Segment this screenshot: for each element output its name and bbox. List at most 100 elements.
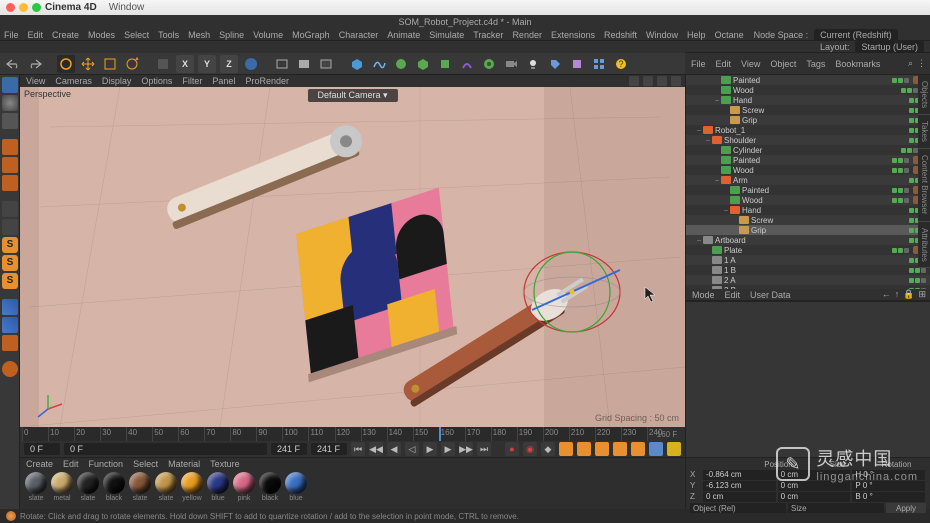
attr-back-icon[interactable]: ← (882, 289, 891, 300)
coord-y-pos[interactable]: -6.123 cm (703, 481, 776, 491)
step-fwd-icon[interactable]: ▶▶ (459, 442, 473, 456)
matmenu-select[interactable]: Select (133, 459, 158, 469)
scale-tool-icon[interactable] (101, 55, 119, 73)
timeline-playhead[interactable] (439, 427, 441, 441)
matmenu-create[interactable]: Create (26, 459, 53, 469)
play-icon[interactable]: ▶ (423, 442, 437, 456)
camera-icon[interactable] (502, 55, 520, 73)
menu-tools[interactable]: Tools (158, 30, 179, 40)
coord-x-rot[interactable]: H 0 ° (852, 470, 925, 480)
vpmenu-filter[interactable]: Filter (182, 76, 202, 86)
menu-mesh[interactable]: Mesh (188, 30, 210, 40)
coord-z-size[interactable]: 0 cm (778, 492, 851, 502)
layout-dropdown[interactable]: Startup (User) (855, 41, 924, 53)
tree-row-hand[interactable]: −Hand (686, 205, 930, 215)
menu-mograph[interactable]: MoGraph (292, 30, 330, 40)
menu-create[interactable]: Create (52, 30, 79, 40)
snap-icon-3[interactable]: S (2, 273, 18, 289)
frame-start-field[interactable]: 0 F (24, 443, 60, 455)
timeline[interactable]: 0102030405060708090100110120130140150160… (20, 427, 685, 441)
tree-row-painted[interactable]: Painted (686, 155, 930, 165)
vpmenu-view[interactable]: View (26, 76, 45, 86)
snap-icon-2[interactable]: S (2, 255, 18, 271)
material-8[interactable]: pink (232, 472, 256, 508)
coord-sys-icon[interactable] (242, 55, 260, 73)
render-settings-icon[interactable] (317, 55, 335, 73)
coord-y-rot[interactable]: P 0 ° (852, 481, 925, 491)
generator2-icon[interactable] (414, 55, 432, 73)
point-mode-icon[interactable] (2, 139, 18, 155)
tag-icon[interactable] (546, 55, 564, 73)
mac-close[interactable] (6, 3, 15, 12)
menu-spline[interactable]: Spline (219, 30, 244, 40)
tree-row-shoulder[interactable]: −Shoulder (686, 135, 930, 145)
vp-nav-3-icon[interactable] (657, 76, 667, 86)
objtab-view[interactable]: View (741, 59, 760, 69)
sound-icon[interactable] (667, 442, 681, 456)
tree-row-1-a[interactable]: 1 A (686, 255, 930, 265)
spline-icon[interactable] (370, 55, 388, 73)
coord-x-pos[interactable]: -0.864 cm (703, 470, 776, 480)
tree-row-arm[interactable]: −Arm (686, 175, 930, 185)
material-1[interactable]: metal (50, 472, 74, 508)
mac-zoom[interactable] (32, 3, 41, 12)
coord-z-pos[interactable]: 0 cm (703, 492, 776, 502)
move-tool-icon[interactable] (79, 55, 97, 73)
sidetab-attributes[interactable]: Attributes (918, 222, 930, 269)
tree-row-hand[interactable]: −Hand (686, 95, 930, 105)
tree-row-grip[interactable]: Grip (686, 225, 930, 235)
workplane-y-icon[interactable] (2, 317, 18, 333)
menu-character[interactable]: Character (339, 30, 379, 40)
generator-icon[interactable] (392, 55, 410, 73)
node-space-dropdown[interactable]: Current (Redshift) (814, 29, 898, 41)
polygon-mode-icon[interactable] (2, 175, 18, 191)
key-rot-icon[interactable] (595, 442, 609, 456)
object-manager[interactable]: PaintedWood−HandScrewGrip−Robot_1−Should… (686, 75, 930, 289)
menu-help[interactable]: Help (687, 30, 706, 40)
attrtab-mode[interactable]: Mode (692, 290, 715, 300)
tree-row-screw[interactable]: Screw (686, 215, 930, 225)
light-icon[interactable] (524, 55, 542, 73)
material-5[interactable]: slate (154, 472, 178, 508)
coord-x-size[interactable]: 0 cm (778, 470, 851, 480)
tree-row-grip[interactable]: Grip (686, 115, 930, 125)
menu-edit[interactable]: Edit (28, 30, 44, 40)
redo-icon[interactable] (26, 55, 44, 73)
attribute-manager[interactable] (686, 301, 930, 457)
attr-lock-icon[interactable]: 🔒 (903, 289, 914, 300)
menu-file[interactable]: File (4, 30, 19, 40)
menu-animate[interactable]: Animate (387, 30, 420, 40)
render-view-icon[interactable] (273, 55, 291, 73)
undo-icon[interactable] (4, 55, 22, 73)
coords-mode-dropdown[interactable]: Object (Rel) (690, 503, 786, 513)
menu-redshift[interactable]: Redshift (604, 30, 637, 40)
coords-apply-button[interactable]: Apply (886, 503, 926, 513)
volume-icon[interactable] (568, 55, 586, 73)
goto-end-icon[interactable]: ⏭ (477, 442, 491, 456)
model-mode-icon[interactable] (2, 77, 18, 93)
vp-nav-4-icon[interactable] (671, 76, 681, 86)
field-icon[interactable] (436, 55, 454, 73)
menu-extensions[interactable]: Extensions (551, 30, 595, 40)
key-param-icon[interactable] (613, 442, 627, 456)
attrtab-user-data[interactable]: User Data (750, 290, 791, 300)
environment-icon[interactable] (480, 55, 498, 73)
tree-row-2-a[interactable]: 2 A (686, 275, 930, 285)
coords-size-dropdown[interactable]: Size (788, 503, 884, 513)
sidetab-takes[interactable]: Takes (918, 115, 930, 149)
matmenu-function[interactable]: Function (89, 459, 124, 469)
mac-menu-window[interactable]: Window (109, 2, 145, 13)
objtab-file[interactable]: File (691, 59, 706, 69)
viewport[interactable]: Perspective Default Camera ▾ Grid Spacin… (20, 87, 685, 427)
mac-app-name[interactable]: Cinema 4D (45, 2, 97, 13)
vpmenu-panel[interactable]: Panel (212, 76, 235, 86)
tree-row-artboard[interactable]: −Artboard (686, 235, 930, 245)
material-4[interactable]: slate (128, 472, 152, 508)
attrtab-edit[interactable]: Edit (725, 290, 741, 300)
x-axis-icon[interactable]: X (176, 55, 194, 73)
sidetab-content-browser[interactable]: Content Browser (918, 149, 930, 222)
material-2[interactable]: slate (76, 472, 100, 508)
attr-up-icon[interactable]: ↑ (895, 289, 900, 300)
workplane-x-icon[interactable] (2, 299, 18, 315)
keyframe-sel-icon[interactable]: ◆ (541, 442, 555, 456)
